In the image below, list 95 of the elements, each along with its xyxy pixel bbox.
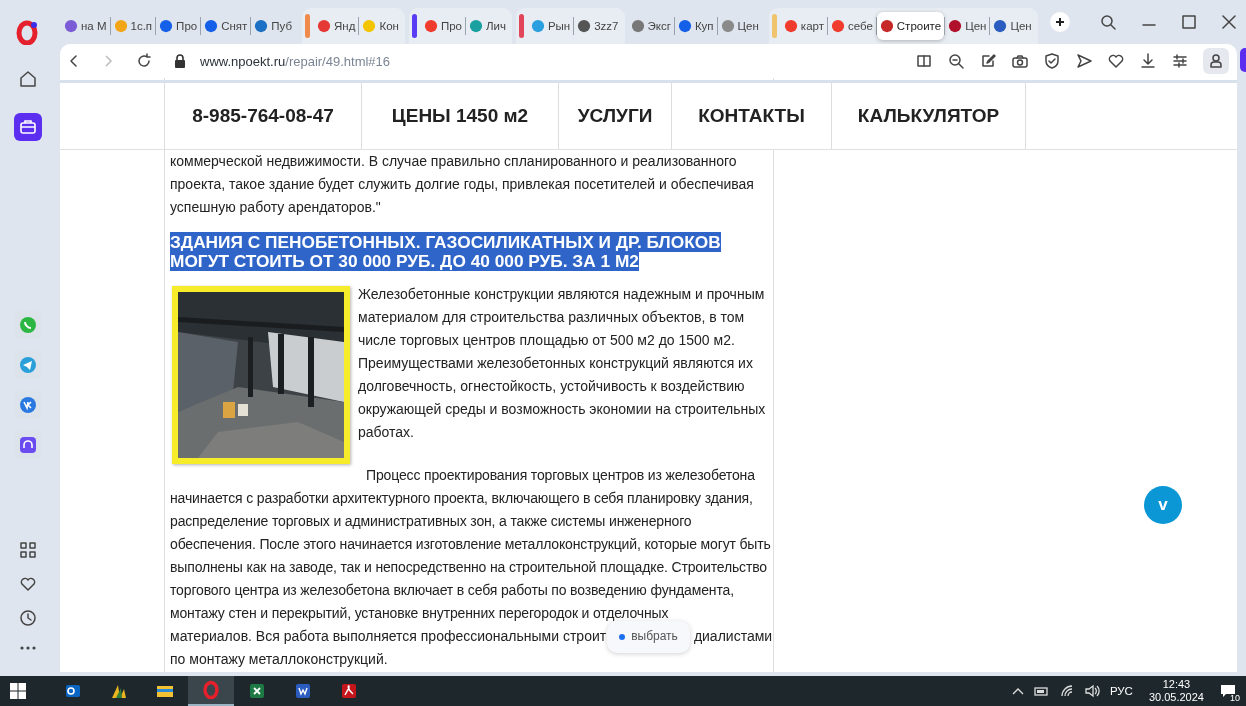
site-icon [948, 19, 963, 33]
browser-tab[interactable]: на М [61, 12, 110, 40]
maximize-icon[interactable] [1182, 15, 1196, 29]
paragraph: коммерческой недвижимости. В случае правильно спланированного и реализованного проекта, такое здание будет служить долгие годы, привлекая посетителей и обеспечивая успешную работу арендаторов." [170, 152, 755, 217]
browser-tab[interactable]: 3zz7 [574, 12, 622, 40]
home-icon[interactable] [18, 69, 38, 89]
text-line: материалов. Вся работа выполняется профессиональными строит [170, 627, 607, 646]
speaker-icon[interactable] [1083, 684, 1100, 698]
search-icon[interactable] [1100, 14, 1116, 30]
nav-link[interactable]: УСЛУГИ [558, 83, 671, 149]
plus-icon [1054, 17, 1065, 27]
pdf-icon [339, 681, 359, 701]
person-icon [1208, 53, 1224, 69]
edit-icon[interactable] [979, 52, 997, 70]
zoom-icon[interactable] [947, 52, 965, 70]
browser-tab[interactable]: Янд [314, 12, 359, 40]
windows-start-icon[interactable] [10, 683, 26, 699]
grid-icon[interactable] [19, 541, 37, 559]
download-icon[interactable] [1139, 52, 1157, 70]
site-icon [159, 19, 174, 33]
sidebar-panel-icon[interactable] [1240, 48, 1246, 72]
site-icon [530, 19, 545, 33]
address-field[interactable]: www.npoekt.ru/repair/49.html#16 [200, 53, 391, 69]
battery-icon[interactable] [1033, 685, 1050, 697]
browser-tab[interactable]: Цен [945, 12, 990, 40]
browser-tab[interactable]: Эксг [627, 12, 674, 40]
browser-tab[interactable]: Снят [201, 12, 251, 40]
shield-icon[interactable] [1043, 52, 1061, 70]
browser-tab[interactable]: Пуб [251, 12, 296, 40]
text-line: по монтажу металлоконструкций. [170, 650, 389, 669]
language-indicator[interactable]: РУС [1109, 685, 1133, 697]
site-icon [630, 19, 645, 33]
nav-link[interactable]: КАЛЬКУЛЯТОР [831, 83, 1026, 149]
heart-icon[interactable] [1107, 52, 1125, 70]
tab-group-marker[interactable] [305, 14, 311, 38]
site-icon [362, 19, 377, 33]
browser-tab[interactable]: карт [780, 12, 827, 40]
text-line: диалистами [693, 627, 773, 646]
close-icon[interactable] [1222, 15, 1236, 29]
site-icon [317, 19, 332, 33]
site-icon [677, 19, 692, 33]
profile-button[interactable] [1203, 48, 1229, 74]
back-icon[interactable] [68, 54, 80, 68]
lock-icon [174, 54, 186, 68]
phone-link[interactable]: 8-985-764-08-47 [164, 83, 361, 149]
browser-tab[interactable]: Куп [674, 12, 717, 40]
new-tab-button[interactable] [1049, 12, 1070, 32]
opera-logo-icon[interactable] [16, 19, 40, 45]
camera-icon[interactable] [1011, 52, 1029, 70]
briefcase-icon[interactable] [14, 113, 42, 141]
site-icon [468, 19, 483, 33]
nav-link[interactable]: КОНТАКТЫ [671, 83, 831, 149]
settings-icon[interactable] [1171, 52, 1189, 70]
browser-tab[interactable]: Про [156, 12, 201, 40]
browser-tab[interactable]: Лич [465, 12, 509, 40]
heart-icon[interactable] [19, 575, 37, 593]
reload-icon[interactable] [136, 53, 152, 69]
section-heading: ЗДАНИЯ С ПЕНОБЕТОННЫХ. ГАЗОСИЛИКАТНЫХ И ДР. БЛОКОВ МОГУТ СТОИТЬ ОТ 30 000 РУБ. ДО 40 000 РУБ. ЗА 1 М2 [170, 233, 722, 271]
site-icon [720, 19, 735, 33]
paragraph: Железобетонные конструкции являются надежным и прочным материалом для строительства различных объектов, в том числе торговых центров площадью от 500 м2 до 1500 м2. Преимуществами железобетонных конструкций являются их долговечность, огнестойкость, устойчивость к воздействию окружающей среды и возможность экономии на строительных работах. [358, 285, 767, 442]
site-icon [423, 19, 438, 33]
browser-tab[interactable]: себе [827, 12, 876, 40]
browser-tab[interactable]: Кон [359, 12, 402, 40]
browser-tab[interactable]: Цен [990, 12, 1035, 40]
tab-group-marker[interactable] [518, 14, 524, 38]
select-popup-button[interactable]: выбрать [607, 620, 690, 653]
site-icon [204, 19, 219, 33]
site-icon [113, 19, 128, 33]
site-icon [64, 19, 78, 33]
spreadsheet-icon [247, 681, 267, 701]
clock[interactable]: 12:43 30.05.2024 [1148, 678, 1204, 704]
browser-tab[interactable]: Цен [717, 12, 762, 40]
site-icon [577, 19, 592, 33]
browser-tab[interactable]: Строите [876, 12, 945, 40]
document-icon [293, 681, 313, 701]
wifi-icon[interactable] [1059, 684, 1074, 698]
site-icon [879, 19, 894, 33]
notification-button[interactable]: 10 [1220, 683, 1240, 699]
site-icon [254, 19, 269, 33]
nav-link[interactable]: ЦЕНЫ 1450 м2 [361, 83, 558, 149]
reader-icon[interactable] [915, 52, 933, 70]
history-icon[interactable] [19, 609, 37, 627]
site-icon [830, 19, 845, 33]
site-icon [783, 19, 798, 33]
chevron-up-icon[interactable] [1011, 686, 1024, 696]
more-icon[interactable] [19, 645, 37, 651]
tab-group-marker[interactable] [411, 14, 417, 38]
taskbar-button[interactable] [188, 676, 234, 706]
browser-tab[interactable]: Про [420, 12, 465, 40]
browser-tab[interactable]: Рын [527, 12, 574, 40]
browser-icon [201, 680, 221, 700]
site-icon [993, 19, 1008, 33]
tab-group-marker[interactable] [771, 14, 777, 38]
send-icon[interactable] [1075, 52, 1093, 70]
browser-tab[interactable]: 1с.п [110, 12, 156, 40]
